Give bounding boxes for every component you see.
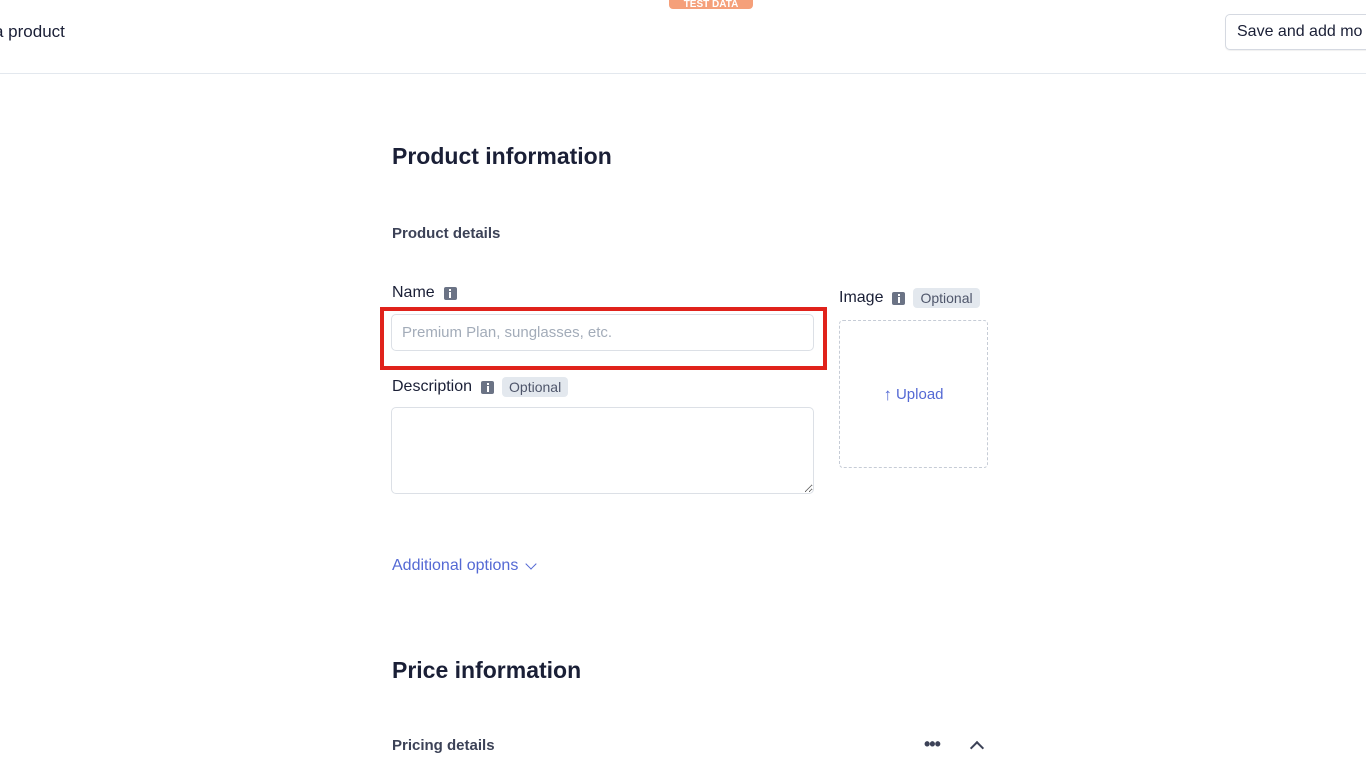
optional-tag: Optional — [502, 377, 569, 397]
name-label: Name — [392, 284, 435, 301]
price-information-heading: Price information — [392, 657, 582, 683]
description-textarea[interactable] — [391, 407, 814, 494]
chevron-down-icon — [525, 558, 537, 570]
description-label: Description — [392, 378, 473, 395]
description-label-group: Description Optional — [392, 377, 569, 397]
upload-label: Upload — [895, 385, 944, 403]
image-upload-dropzone[interactable]: ↑ Upload — [839, 320, 988, 468]
info-icon[interactable] — [443, 286, 457, 300]
optional-tag: Optional — [913, 288, 980, 308]
image-label-group: Image Optional — [839, 288, 980, 308]
info-icon[interactable] — [892, 291, 906, 305]
test-data-badge: TEST DATA — [669, 0, 753, 9]
name-label-group: Name — [392, 284, 457, 302]
name-input[interactable] — [391, 314, 814, 351]
page-title: a product — [0, 22, 65, 41]
product-information-heading: Product information — [392, 143, 612, 169]
arrow-up-icon: ↑ — [883, 384, 892, 404]
chevron-up-icon[interactable] — [969, 740, 985, 756]
pricing-details-heading: Pricing details — [392, 737, 495, 754]
top-bar: a product TEST DATA Save and add mo — [0, 0, 1366, 74]
product-details-heading: Product details — [392, 225, 501, 242]
additional-options-toggle[interactable]: Additional options — [392, 557, 537, 575]
info-icon[interactable] — [481, 380, 495, 394]
image-label: Image — [839, 289, 884, 306]
save-and-add-more-button[interactable]: Save and add mo — [1225, 14, 1366, 50]
ellipsis-icon[interactable]: ••• — [924, 734, 941, 755]
additional-options-label: Additional options — [392, 557, 519, 574]
